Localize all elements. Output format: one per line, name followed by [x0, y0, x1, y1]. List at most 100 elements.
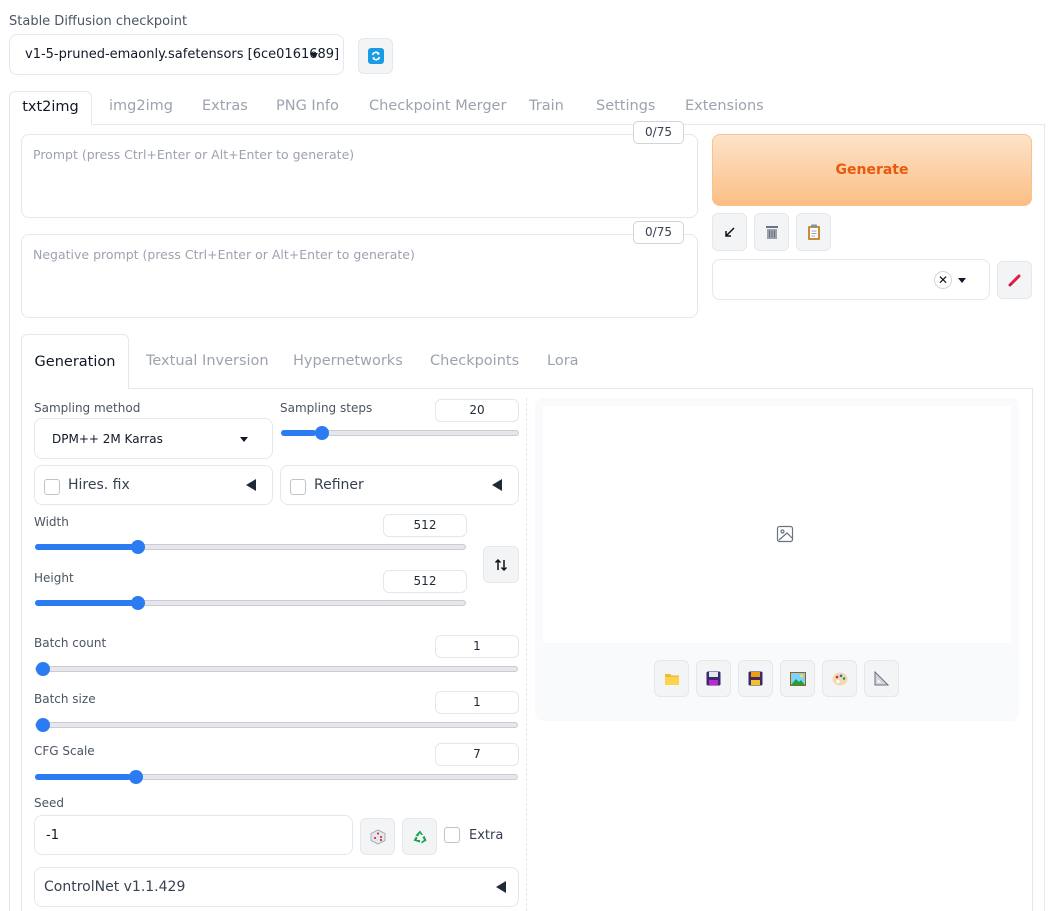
send-to-inpaint-icon	[832, 672, 847, 685]
height-slider[interactable]	[35, 596, 466, 610]
save-button[interactable]	[696, 660, 731, 697]
sub-tab-bar: Generation Textual Inversion Hypernetwor…	[21, 334, 1033, 389]
sampling-steps-input[interactable]: 20	[435, 399, 519, 422]
checkpoint-label: Stable Diffusion checkpoint	[9, 14, 188, 29]
batch-count-slider[interactable]	[35, 662, 518, 676]
hires-fix-label: Hires. fix	[68, 477, 130, 493]
batch-size-label: Batch size	[34, 692, 96, 706]
top-tab-bar: txt2img img2img Extras PNG Info Checkpoi…	[9, 91, 1045, 125]
send-to-extras-icon	[874, 671, 889, 686]
tab-hypernetworks[interactable]: Hypernetworks	[293, 334, 403, 389]
controlnet-accordion[interactable]: ControlNet v1.1.429	[34, 867, 519, 907]
chevron-down-icon	[958, 278, 966, 283]
send-to-inpaint-button[interactable]	[822, 660, 857, 697]
chevron-down-icon	[240, 437, 248, 442]
width-thumb[interactable]	[131, 540, 146, 554]
sampling-steps-thumb[interactable]	[315, 426, 330, 440]
refiner-checkbox[interactable]	[290, 479, 306, 495]
tab-train[interactable]: Train	[529, 91, 564, 124]
controlnet-label: ControlNet v1.1.429	[44, 879, 186, 895]
clear-icon[interactable]: ✕	[934, 271, 952, 289]
send-to-img2img-icon	[789, 671, 806, 686]
width-slider[interactable]	[35, 540, 466, 554]
collapse-arrow-icon	[246, 479, 256, 491]
output-gallery-panel	[535, 398, 1019, 721]
sampling-method-dropdown[interactable]: DPM++ 2M Karras	[34, 418, 273, 459]
tab-lora[interactable]: Lora	[547, 334, 579, 389]
swap-icon	[494, 558, 508, 571]
extra-seed-checkbox[interactable]	[444, 827, 460, 843]
checkpoint-value: v1-5-pruned-emaonly.safetensors [6ce0161…	[25, 47, 340, 62]
tab-extras[interactable]: Extras	[202, 91, 248, 124]
read-params-button[interactable]	[712, 213, 747, 251]
tab-extensions[interactable]: Extensions	[685, 91, 764, 124]
checkpoint-dropdown[interactable]: v1-5-pruned-emaonly.safetensors [6ce0161…	[9, 34, 344, 75]
height-thumb[interactable]	[131, 596, 146, 610]
seed-label: Seed	[34, 796, 64, 810]
refiner-label: Refiner	[314, 477, 364, 493]
batch-size-slider[interactable]	[35, 718, 518, 732]
zip-button[interactable]	[738, 660, 773, 697]
tab-png-info[interactable]: PNG Info	[276, 91, 339, 124]
tab-settings[interactable]: Settings	[596, 91, 655, 124]
cfg-scale-thumb[interactable]	[129, 770, 144, 784]
negative-prompt-input[interactable]: Negative prompt (press Ctrl+Enter or Alt…	[21, 234, 698, 318]
tab-checkpoint-merger[interactable]: Checkpoint Merger	[369, 91, 506, 124]
width-label: Width	[34, 515, 69, 529]
hires-fix-accordion[interactable]: Hires. fix	[34, 465, 273, 505]
sampling-steps-label: Sampling steps	[280, 401, 373, 415]
random-seed-button[interactable]	[360, 818, 395, 855]
width-input[interactable]: 512	[383, 514, 467, 537]
chevron-down-icon	[310, 53, 318, 58]
tab-checkpoints[interactable]: Checkpoints	[430, 334, 519, 389]
pencil-icon	[1008, 274, 1020, 287]
refiner-accordion[interactable]: Refiner	[280, 465, 519, 505]
open-folder-button[interactable]	[654, 660, 689, 697]
refresh-icon	[367, 48, 384, 64]
cfg-scale-label: CFG Scale	[34, 744, 95, 758]
sampling-steps-slider[interactable]	[281, 426, 519, 440]
output-image-area	[543, 406, 1011, 643]
prompt-placeholder: Prompt (press Ctrl+Enter or Alt+Enter to…	[33, 147, 355, 162]
clipboard-icon	[807, 224, 820, 240]
negative-prompt-placeholder: Negative prompt (press Ctrl+Enter or Alt…	[33, 247, 415, 262]
tab-img2img[interactable]: img2img	[109, 91, 173, 124]
edit-styles-button[interactable]	[997, 261, 1032, 299]
arrow-icon	[724, 227, 735, 237]
batch-size-input[interactable]: 1	[435, 691, 519, 714]
cfg-scale-input[interactable]: 7	[435, 743, 519, 766]
tab-textual-inversion[interactable]: Textual Inversion	[146, 334, 269, 389]
batch-size-thumb[interactable]	[36, 718, 50, 732]
seed-value: -1	[46, 827, 59, 843]
extra-seed-label: Extra	[469, 828, 504, 843]
reuse-seed-button[interactable]	[402, 818, 437, 855]
trash-icon	[765, 226, 778, 239]
swap-dimensions-button[interactable]	[483, 546, 519, 583]
folder-icon	[664, 673, 679, 685]
save-icon	[706, 671, 721, 686]
height-input[interactable]: 512	[383, 570, 467, 593]
styles-dropdown[interactable]: ✕	[712, 259, 990, 300]
send-to-img2img-button[interactable]	[780, 660, 815, 697]
zip-icon	[748, 671, 763, 686]
hires-fix-checkbox[interactable]	[44, 479, 60, 495]
sampling-method-label: Sampling method	[34, 401, 141, 415]
refresh-checkpoint-button[interactable]	[358, 38, 393, 74]
batch-count-thumb[interactable]	[36, 662, 50, 676]
batch-count-input[interactable]: 1	[435, 635, 519, 658]
styles-button[interactable]	[796, 213, 831, 251]
tab-txt2img[interactable]: txt2img	[9, 91, 92, 125]
prompt-input[interactable]: Prompt (press Ctrl+Enter or Alt+Enter to…	[21, 134, 698, 218]
batch-count-label: Batch count	[34, 636, 107, 650]
cfg-scale-slider[interactable]	[35, 770, 518, 784]
generate-button[interactable]: Generate	[712, 134, 1032, 206]
tab-generation[interactable]: Generation	[21, 334, 129, 389]
image-placeholder-icon	[776, 525, 794, 543]
collapse-arrow-icon	[492, 479, 502, 491]
send-to-extras-button[interactable]	[864, 660, 899, 697]
prompt-token-counter: 0/75	[633, 121, 684, 144]
sampling-method-value: DPM++ 2M Karras	[52, 431, 163, 446]
generate-label: Generate	[835, 162, 909, 178]
seed-input[interactable]: -1	[34, 815, 353, 855]
clear-prompt-button[interactable]	[754, 213, 789, 251]
